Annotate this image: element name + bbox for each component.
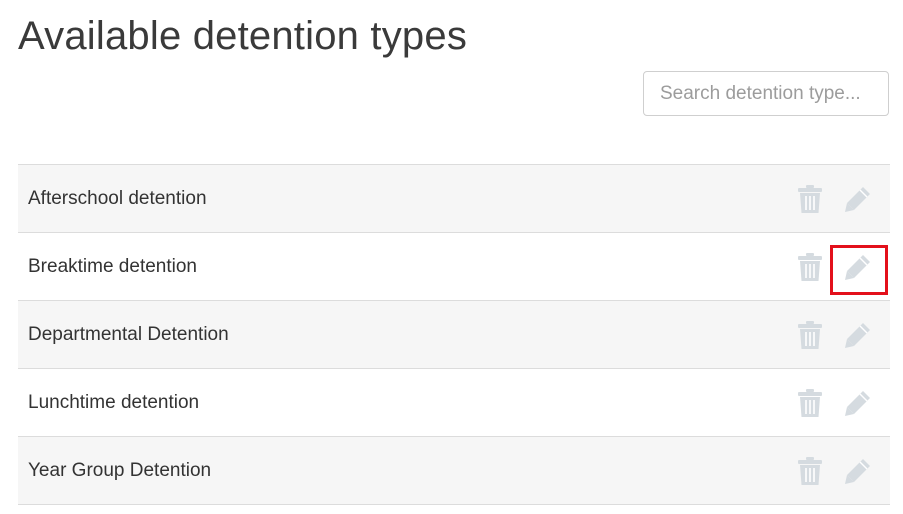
trash-icon	[798, 253, 822, 281]
detention-type-label: Year Group Detention	[28, 460, 212, 481]
pencil-icon	[845, 255, 870, 280]
edit-button[interactable]	[841, 386, 875, 420]
pencil-icon	[845, 459, 870, 484]
list-item[interactable]: Afterschool detention	[18, 165, 890, 233]
list-item[interactable]: Breaktime detention	[18, 233, 890, 301]
detention-type-label: Departmental Detention	[28, 324, 229, 345]
detention-type-label: Afterschool detention	[28, 188, 207, 209]
edit-button[interactable]	[841, 250, 875, 284]
delete-button[interactable]	[793, 250, 827, 284]
trash-icon	[798, 389, 822, 417]
trash-icon	[798, 185, 822, 213]
delete-button[interactable]	[793, 318, 827, 352]
delete-button[interactable]	[793, 182, 827, 216]
detention-type-label: Lunchtime detention	[28, 392, 200, 413]
page-title: Available detention types	[18, 14, 468, 58]
list-item[interactable]: Year Group Detention	[18, 437, 890, 505]
detention-type-list: Afterschool detention Breaktime detentio…	[18, 164, 890, 505]
pencil-icon	[845, 187, 870, 212]
edit-button[interactable]	[841, 318, 875, 352]
list-item[interactable]: Lunchtime detention	[18, 369, 890, 437]
edit-button[interactable]	[841, 454, 875, 488]
trash-icon	[798, 321, 822, 349]
search-input[interactable]	[643, 71, 889, 116]
delete-button[interactable]	[793, 454, 827, 488]
list-item[interactable]: Departmental Detention	[18, 301, 890, 369]
trash-icon	[798, 457, 822, 485]
edit-button[interactable]	[841, 182, 875, 216]
detention-type-label: Breaktime detention	[28, 256, 197, 277]
pencil-icon	[845, 391, 870, 416]
pencil-icon	[845, 323, 870, 348]
delete-button[interactable]	[793, 386, 827, 420]
